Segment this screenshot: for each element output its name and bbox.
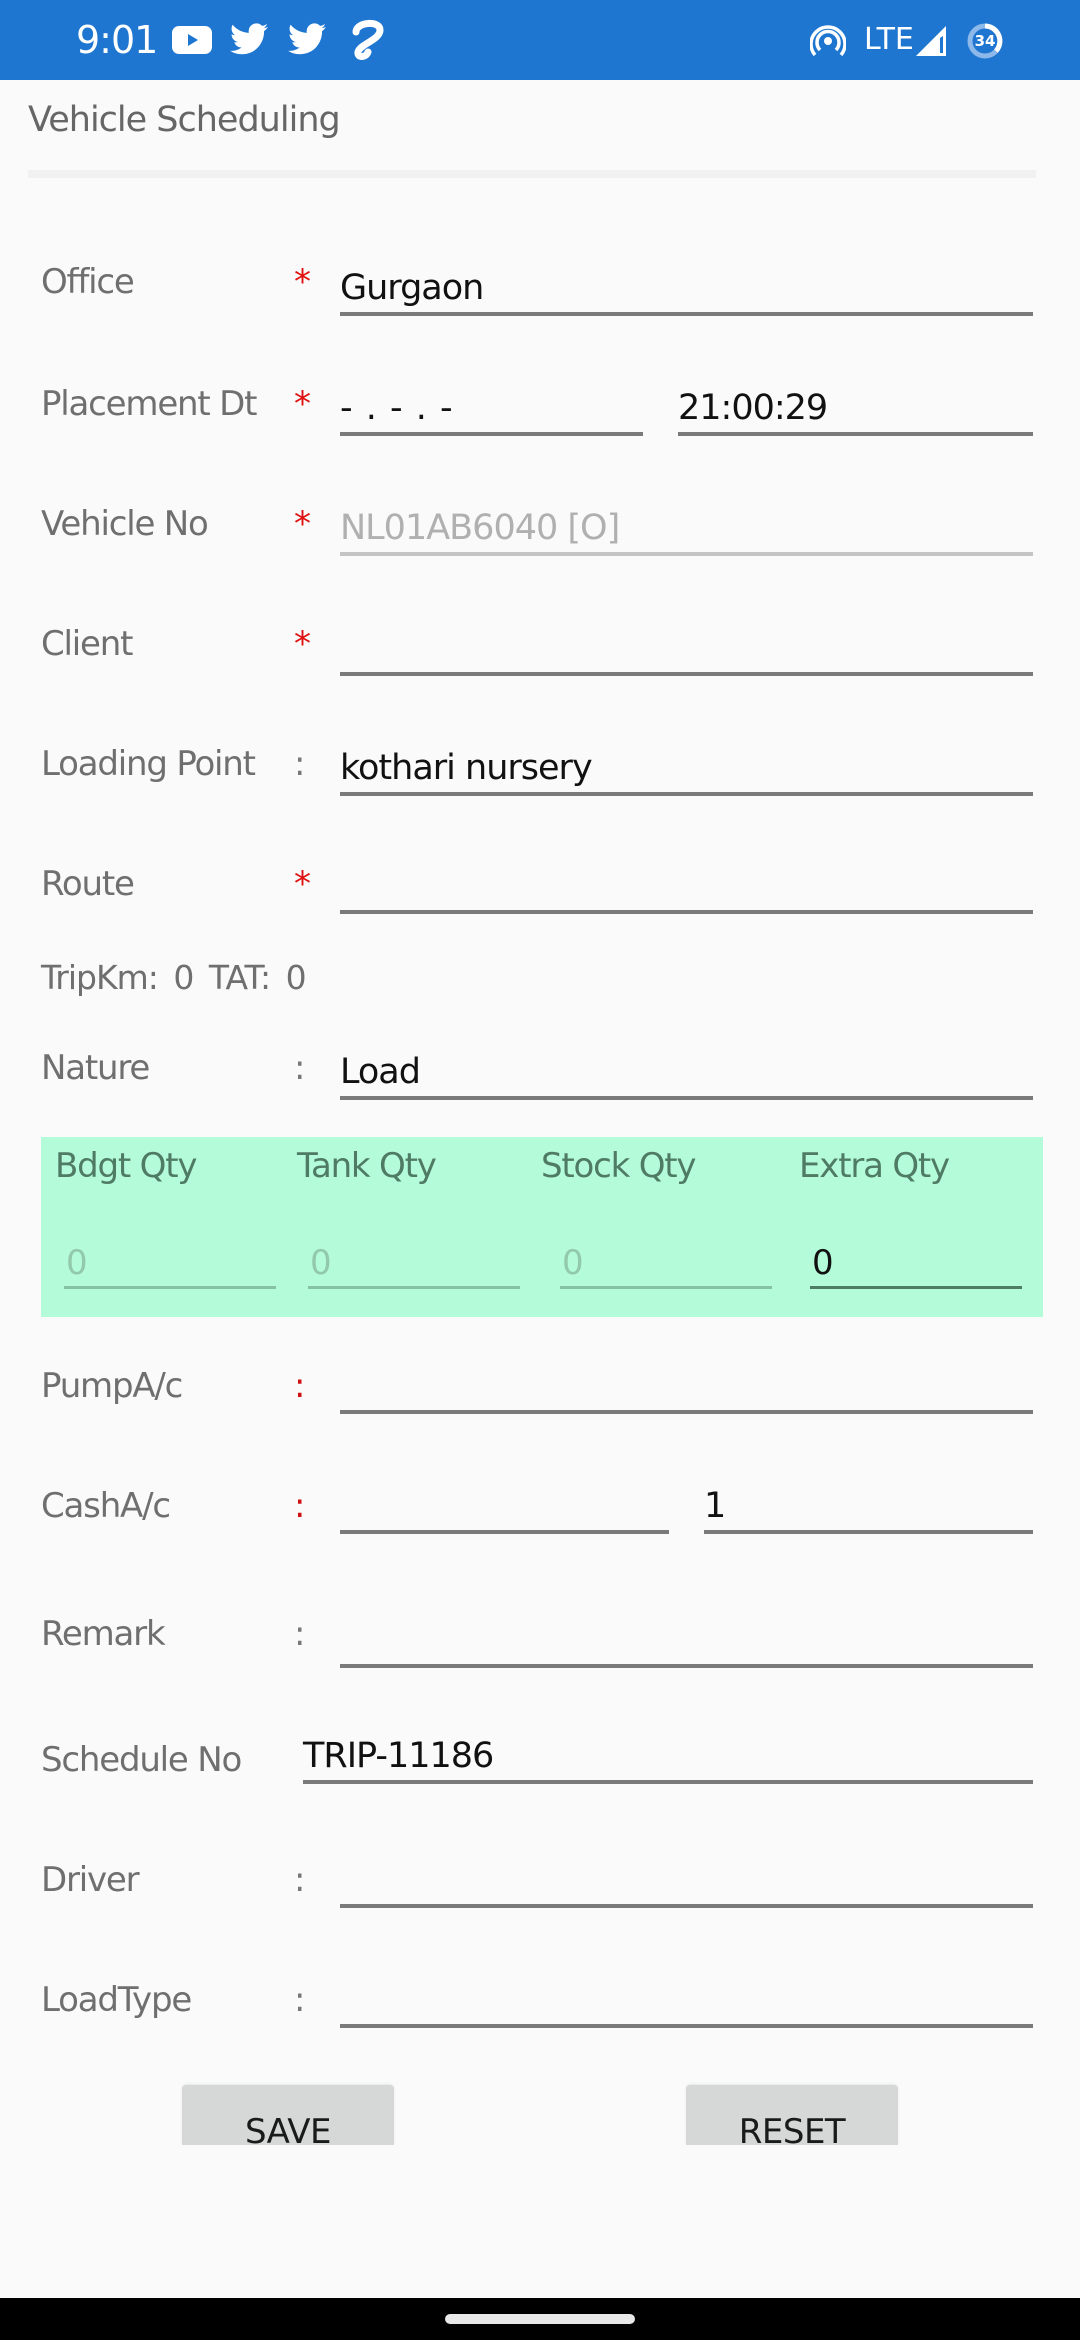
bdgt-qty-label: Bdgt Qty: [55, 1146, 197, 1186]
tank-qty-label: Tank Qty: [297, 1146, 437, 1186]
placement-dt-required-marker: *: [294, 384, 311, 424]
reset-button[interactable]: RESET: [686, 2085, 898, 2145]
battery-icon: 34: [966, 22, 1004, 65]
placement-dt-label: Placement Dt: [41, 384, 257, 424]
trip-info: TripKm: 0 TAT: 0: [41, 958, 307, 997]
home-gesture-handle[interactable]: [445, 2314, 635, 2324]
remark-label: Remark: [41, 1614, 166, 1654]
signal-icon: [914, 24, 948, 63]
loading-point-colon: :: [294, 744, 306, 784]
client-required-marker: *: [294, 624, 311, 664]
bdgt-qty-field[interactable]: 0: [64, 1237, 276, 1289]
hotspot-icon: [809, 24, 847, 63]
nature-colon: :: [294, 1048, 306, 1088]
status-bar: 9:01 LTE 34: [0, 0, 1080, 80]
vehicle-no-field[interactable]: NL01AB6040 [O]: [340, 500, 1033, 556]
tripkm-label: TripKm:: [41, 958, 159, 997]
route-label: Route: [41, 864, 135, 904]
remark-colon: :: [294, 1614, 306, 1654]
client-field[interactable]: [340, 620, 1033, 676]
network-type-label: LTE: [864, 22, 914, 57]
pump-ac-label: PumpA/c: [41, 1366, 183, 1406]
load-type-label: LoadType: [41, 1980, 192, 2020]
stock-qty-label: Stock Qty: [541, 1146, 697, 1186]
quantity-panel: Bdgt Qty 0 Tank Qty 0 Stock Qty 0 Extra …: [41, 1137, 1043, 1317]
vehicle-no-required-marker: *: [294, 504, 311, 544]
stock-qty-field[interactable]: 0: [560, 1237, 772, 1289]
title-divider: [28, 170, 1036, 178]
extra-qty-field[interactable]: 0: [810, 1237, 1022, 1289]
pump-ac-colon: :: [294, 1366, 306, 1406]
route-field[interactable]: [340, 858, 1033, 914]
driver-colon: :: [294, 1860, 306, 1900]
nature-field[interactable]: Load: [340, 1044, 1033, 1100]
schedule-no-label: Schedule No: [41, 1740, 242, 1780]
loading-point-field[interactable]: kothari nursery: [340, 740, 1033, 796]
system-nav-bar: [0, 2298, 1080, 2340]
tank-qty-field[interactable]: 0: [308, 1237, 520, 1289]
battery-level: 34: [974, 32, 996, 50]
driver-label: Driver: [41, 1860, 140, 1900]
extra-qty-label: Extra Qty: [799, 1146, 950, 1186]
office-field[interactable]: Gurgaon: [340, 260, 1033, 316]
nature-label: Nature: [41, 1048, 150, 1088]
twitter-icon: [230, 22, 268, 61]
route-required-marker: *: [294, 864, 311, 904]
tat-value: 0: [285, 958, 307, 997]
remark-field[interactable]: [340, 1612, 1033, 1668]
page-header: Vehicle Scheduling: [28, 100, 1036, 178]
pump-ac-field[interactable]: [340, 1358, 1033, 1414]
office-label: Office: [41, 262, 135, 302]
cash-amount-field[interactable]: 1: [704, 1478, 1033, 1534]
client-label: Client: [41, 624, 133, 664]
placement-date-field[interactable]: - . - . -: [340, 380, 643, 436]
tripkm-value: 0: [173, 958, 194, 997]
tat-label: TAT:: [208, 958, 271, 997]
office-required-marker: *: [294, 262, 311, 302]
cash-ac-label: CashA/c: [41, 1486, 171, 1526]
driver-field[interactable]: [340, 1852, 1033, 1908]
loading-point-label: Loading Point: [41, 744, 256, 784]
youtube-icon: [172, 24, 212, 61]
twitter-icon: [288, 22, 326, 61]
cash-ac-field[interactable]: [340, 1478, 669, 1534]
cash-ac-colon: :: [294, 1486, 306, 1526]
schedule-no-field[interactable]: TRIP-11186: [303, 1728, 1033, 1784]
save-button[interactable]: SAVE: [182, 2085, 394, 2145]
load-type-colon: :: [294, 1980, 306, 2020]
load-type-field[interactable]: [340, 1972, 1033, 2028]
status-time: 9:01: [76, 18, 158, 62]
placement-time-field[interactable]: 21:00:29: [678, 380, 1033, 436]
page-title: Vehicle Scheduling: [28, 100, 341, 140]
airtel-icon: [346, 18, 386, 65]
vehicle-no-label: Vehicle No: [41, 504, 209, 544]
